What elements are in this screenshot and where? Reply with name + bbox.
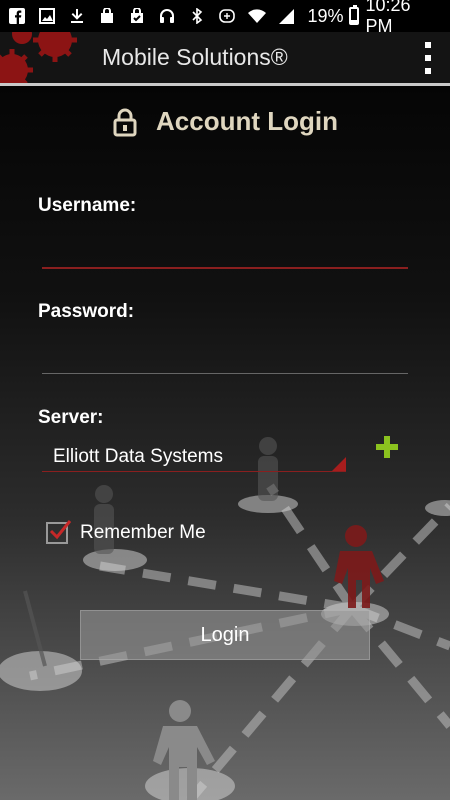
- wifi-icon: [247, 7, 266, 25]
- status-bar: 19% 10:26 PM: [0, 0, 450, 36]
- page-title: Account Login: [156, 106, 338, 136]
- username-field[interactable]: [42, 233, 408, 269]
- account-login-header: Account Login: [0, 106, 450, 137]
- image-icon: [38, 7, 56, 25]
- username-label: Username:: [38, 195, 137, 216]
- server-value: Elliott Data Systems: [53, 446, 223, 467]
- app-title: Mobile Solutions®: [102, 44, 288, 70]
- battery-icon: [349, 5, 360, 25]
- add-server-icon[interactable]: [374, 434, 400, 460]
- dropdown-triangle-icon: [332, 457, 346, 471]
- app-bar: Mobile Solutions®: [0, 32, 450, 86]
- remember-me-label: Remember Me: [80, 522, 206, 543]
- server-dropdown[interactable]: Elliott Data Systems: [42, 438, 346, 472]
- headphones-icon: [158, 7, 176, 25]
- password-label: Password:: [38, 301, 135, 322]
- remember-me-checkbox[interactable]: Remember Me: [46, 520, 206, 544]
- facebook-icon: [8, 7, 26, 25]
- login-screen: Account Login Username: Password: Server…: [0, 86, 450, 800]
- download-icon: [68, 7, 86, 25]
- server-label: Server:: [38, 407, 104, 428]
- battery-percent: 19%: [307, 5, 344, 26]
- password-field[interactable]: [42, 338, 408, 374]
- checkbox-box[interactable]: [46, 520, 72, 544]
- login-button[interactable]: Login: [80, 610, 370, 660]
- signal-icon: [278, 7, 296, 25]
- lock-icon: [113, 108, 137, 136]
- check-icon: [49, 520, 72, 540]
- bag-icon: [98, 7, 116, 25]
- overflow-menu-icon[interactable]: [418, 42, 438, 74]
- bag-check-icon: [128, 7, 146, 25]
- nfc-icon: [218, 7, 236, 25]
- gears-logo: [0, 32, 90, 83]
- bluetooth-icon: [188, 7, 206, 25]
